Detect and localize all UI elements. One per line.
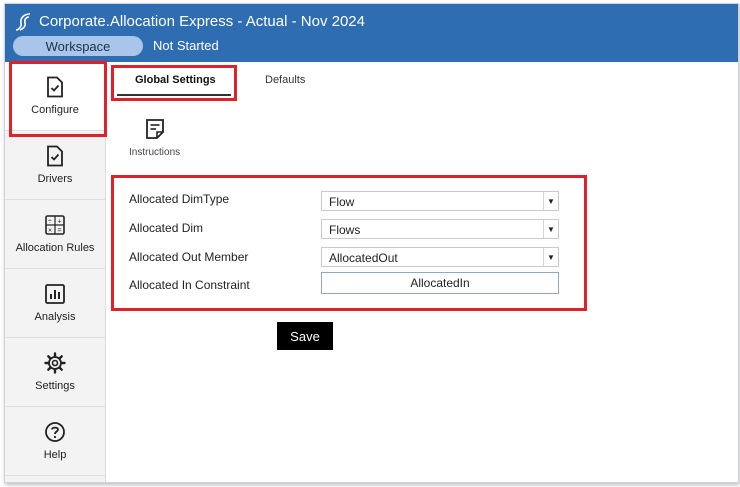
select-value: Flow <box>329 195 355 209</box>
app-title: Corporate.Allocation Express - Actual - … <box>39 13 365 30</box>
allocated-dimtype-label: Allocated DimType <box>129 192 230 206</box>
save-button[interactable]: Save <box>277 322 333 350</box>
document-check-icon <box>47 76 63 98</box>
gear-icon <box>44 352 66 374</box>
svg-text:+: + <box>58 219 62 226</box>
tab-defaults[interactable]: Defaults <box>265 74 305 86</box>
sidebar-item-analysis[interactable]: Analysis <box>5 269 105 338</box>
sidebar-item-label: Help <box>43 449 67 461</box>
sidebar-item-label: Settings <box>35 380 75 392</box>
sidebar-item-help[interactable]: Help <box>5 407 105 476</box>
tab-global-settings[interactable]: Global Settings <box>135 74 216 86</box>
document-check-icon <box>47 145 63 167</box>
chevron-down-icon[interactable]: ▼ <box>543 192 558 210</box>
allocated-dimtype-select[interactable]: Flow ▼ <box>321 191 559 211</box>
allocated-in-constraint-label: Allocated In Constraint <box>129 278 250 292</box>
allocated-dim-select[interactable]: Flows ▼ <box>321 219 559 239</box>
sidebar-item-label: Analysis <box>34 311 76 323</box>
workspace-button[interactable]: Workspace <box>13 36 143 56</box>
workflow-status: Not Started <box>153 38 219 53</box>
allocated-in-constraint-field[interactable]: AllocatedIn <box>321 272 559 294</box>
svg-text:×: × <box>48 228 52 235</box>
sidebar-item-settings[interactable]: Settings <box>5 338 105 407</box>
instructions-label[interactable]: Instructions <box>129 147 180 158</box>
allocated-out-member-select[interactable]: AllocatedOut ▼ <box>321 247 559 267</box>
app-logo-icon <box>15 13 31 31</box>
sidebar-item-drivers[interactable]: Drivers <box>5 131 105 200</box>
app-window: Corporate.Allocation Express - Actual - … <box>4 3 739 483</box>
svg-text:÷: ÷ <box>48 219 52 226</box>
allocated-out-member-label: Allocated Out Member <box>129 250 249 264</box>
app-header: Corporate.Allocation Express - Actual - … <box>5 4 738 62</box>
sidebar-item-configure[interactable]: Configure <box>5 62 105 131</box>
sidebar-item-label: Allocation Rules <box>15 242 95 254</box>
sidebar-item-label: Drivers <box>37 173 73 185</box>
bar-chart-icon <box>45 284 65 304</box>
calculator-icon: ÷ + × = <box>45 215 65 235</box>
chevron-down-icon[interactable]: ▼ <box>543 248 558 266</box>
allocated-dim-label: Allocated Dim <box>129 221 204 235</box>
select-value: Flows <box>329 223 361 237</box>
active-tab-underline <box>117 94 231 96</box>
sidebar-item-allocation-rules[interactable]: ÷ + × = Allocation Rules <box>5 200 105 269</box>
chevron-down-icon[interactable]: ▼ <box>543 220 558 238</box>
note-icon[interactable] <box>145 118 165 140</box>
svg-text:=: = <box>58 228 62 235</box>
select-value: AllocatedOut <box>329 251 398 265</box>
sidebar-item-label: Configure <box>31 104 79 116</box>
help-icon <box>45 422 65 442</box>
sidebar: Configure Drivers ÷ + × = Allocation Rul… <box>5 62 106 482</box>
